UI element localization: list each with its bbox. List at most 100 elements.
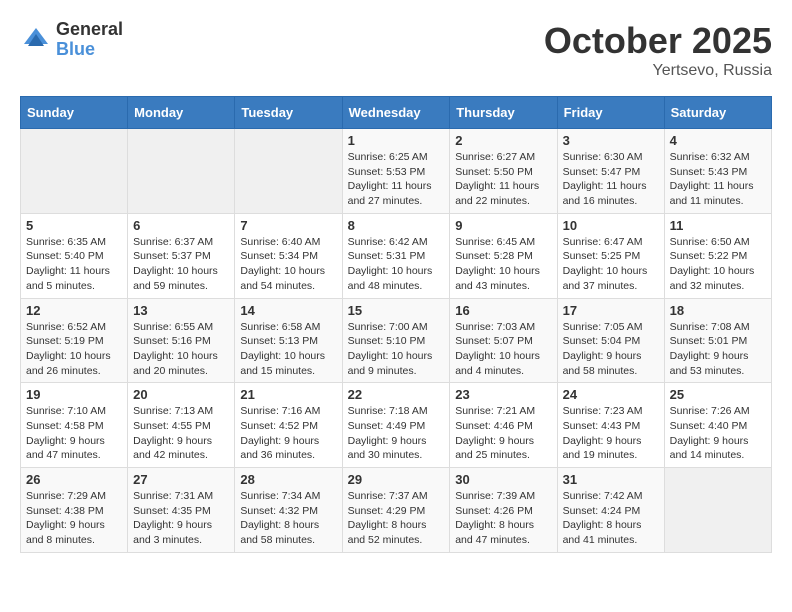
- location: Yertsevo, Russia: [544, 62, 772, 80]
- day-number: 7: [240, 218, 336, 233]
- day-cell: 20Sunrise: 7:13 AM Sunset: 4:55 PM Dayli…: [128, 383, 235, 468]
- day-info: Sunrise: 6:45 AM Sunset: 5:28 PM Dayligh…: [455, 235, 551, 294]
- day-cell: 9 Sunrise: 6:45 AM Sunset: 5:28 PM Daylig…: [450, 213, 557, 298]
- day-info: Sunrise: 6:35 AM Sunset: 5:40 PM Dayligh…: [26, 235, 122, 294]
- day-number: 4: [670, 133, 766, 148]
- day-cell: 16 Sunrise: 7:03 AM Sunset: 5:07 PM Dayli…: [450, 298, 557, 383]
- day-info: Sunrise: 6:32 AM Sunset: 5:43 PM Dayligh…: [670, 150, 766, 209]
- day-number: 14: [240, 303, 336, 318]
- day-info: Sunrise: 7:37 AM Sunset: 4:29 PM Dayligh…: [348, 489, 445, 548]
- day-number: 30: [455, 472, 551, 487]
- day-cell: 10 Sunrise: 6:47 AM Sunset: 5:25 PM Dayli…: [557, 213, 664, 298]
- day-cell: 6 Sunrise: 6:37 AM Sunset: 5:37 PM Daylig…: [128, 213, 235, 298]
- day-info: Sunrise: 7:39 AM Sunset: 4:26 PM Dayligh…: [455, 489, 551, 548]
- day-number: 3: [563, 133, 659, 148]
- day-info: Sunrise: 7:08 AM Sunset: 5:01 PM Dayligh…: [670, 320, 766, 379]
- day-cell: 15 Sunrise: 7:00 AM Sunset: 5:10 PM Dayli…: [342, 298, 450, 383]
- day-number: 13: [133, 303, 229, 318]
- day-number: 11: [670, 218, 766, 233]
- day-number: 23: [455, 387, 551, 402]
- weekday-header-row: SundayMondayTuesdayWednesdayThursdayFrid…: [21, 97, 772, 129]
- day-cell: 5 Sunrise: 6:35 AM Sunset: 5:40 PM Daylig…: [21, 213, 128, 298]
- day-number: 24: [563, 387, 659, 402]
- day-info: Sunrise: 6:47 AM Sunset: 5:25 PM Dayligh…: [563, 235, 659, 294]
- day-cell: 11 Sunrise: 6:50 AM Sunset: 5:22 PM Dayli…: [664, 213, 771, 298]
- day-info: Sunrise: 7:05 AM Sunset: 5:04 PM Dayligh…: [563, 320, 659, 379]
- day-number: 18: [670, 303, 766, 318]
- day-number: 9: [455, 218, 551, 233]
- weekday-friday: Friday: [557, 97, 664, 129]
- logo: General Blue: [20, 20, 123, 60]
- day-info: Sunrise: 7:31 AM Sunset: 4:35 PM Dayligh…: [133, 489, 229, 548]
- day-number: 12: [26, 303, 122, 318]
- day-info: Sunrise: 7:16 AM Sunset: 4:52 PM Dayligh…: [240, 404, 336, 463]
- day-cell: 28Sunrise: 7:34 AM Sunset: 4:32 PM Dayli…: [235, 468, 342, 553]
- page-header: General Blue October 2025 Yertsevo, Russ…: [20, 20, 772, 80]
- day-cell: 19 Sunrise: 7:10 AM Sunset: 4:58 PM Dayli…: [21, 383, 128, 468]
- day-cell: [664, 468, 771, 553]
- calendar: SundayMondayTuesdayWednesdayThursdayFrid…: [20, 96, 772, 553]
- day-number: 31: [563, 472, 659, 487]
- day-cell: 1 Sunrise: 6:25 AM Sunset: 5:53 PM Daylig…: [342, 129, 450, 214]
- day-cell: 2 Sunrise: 6:27 AM Sunset: 5:50 PM Daylig…: [450, 129, 557, 214]
- day-cell: 27 Sunrise: 7:31 AM Sunset: 4:35 PM Dayli…: [128, 468, 235, 553]
- day-info: Sunrise: 6:50 AM Sunset: 5:22 PM Dayligh…: [670, 235, 766, 294]
- day-number: 5: [26, 218, 122, 233]
- day-cell: 25Sunrise: 7:26 AM Sunset: 4:40 PM Dayli…: [664, 383, 771, 468]
- weekday-wednesday: Wednesday: [342, 97, 450, 129]
- weekday-tuesday: Tuesday: [235, 97, 342, 129]
- day-number: 10: [563, 218, 659, 233]
- week-row-1: 1 Sunrise: 6:25 AM Sunset: 5:53 PM Daylig…: [21, 129, 772, 214]
- day-number: 21: [240, 387, 336, 402]
- day-cell: 14 Sunrise: 6:58 AM Sunset: 5:13 PM Dayli…: [235, 298, 342, 383]
- day-cell: 17 Sunrise: 7:05 AM Sunset: 5:04 PM Dayli…: [557, 298, 664, 383]
- logo-text: General Blue: [56, 20, 123, 60]
- day-info: Sunrise: 6:27 AM Sunset: 5:50 PM Dayligh…: [455, 150, 551, 209]
- weekday-monday: Monday: [128, 97, 235, 129]
- day-number: 1: [348, 133, 445, 148]
- day-cell: 30 Sunrise: 7:39 AM Sunset: 4:26 PM Dayli…: [450, 468, 557, 553]
- day-number: 6: [133, 218, 229, 233]
- day-number: 25: [670, 387, 766, 402]
- week-row-5: 26Sunrise: 7:29 AM Sunset: 4:38 PM Dayli…: [21, 468, 772, 553]
- day-cell: 22Sunrise: 7:18 AM Sunset: 4:49 PM Dayli…: [342, 383, 450, 468]
- day-cell: 23 Sunrise: 7:21 AM Sunset: 4:46 PM Dayli…: [450, 383, 557, 468]
- day-cell: 13 Sunrise: 6:55 AM Sunset: 5:16 PM Dayli…: [128, 298, 235, 383]
- month-title: October 2025: [544, 20, 772, 62]
- day-cell: 21 Sunrise: 7:16 AM Sunset: 4:52 PM Dayli…: [235, 383, 342, 468]
- day-number: 27: [133, 472, 229, 487]
- day-number: 16: [455, 303, 551, 318]
- logo-blue: Blue: [56, 40, 123, 60]
- day-cell: 26Sunrise: 7:29 AM Sunset: 4:38 PM Dayli…: [21, 468, 128, 553]
- day-info: Sunrise: 7:21 AM Sunset: 4:46 PM Dayligh…: [455, 404, 551, 463]
- day-cell: [235, 129, 342, 214]
- day-info: Sunrise: 7:10 AM Sunset: 4:58 PM Dayligh…: [26, 404, 122, 463]
- weekday-thursday: Thursday: [450, 97, 557, 129]
- day-number: 2: [455, 133, 551, 148]
- day-cell: [128, 129, 235, 214]
- day-info: Sunrise: 6:58 AM Sunset: 5:13 PM Dayligh…: [240, 320, 336, 379]
- day-info: Sunrise: 7:00 AM Sunset: 5:10 PM Dayligh…: [348, 320, 445, 379]
- day-number: 17: [563, 303, 659, 318]
- day-info: Sunrise: 6:25 AM Sunset: 5:53 PM Dayligh…: [348, 150, 445, 209]
- day-info: Sunrise: 6:55 AM Sunset: 5:16 PM Dayligh…: [133, 320, 229, 379]
- day-number: 8: [348, 218, 445, 233]
- day-cell: 4 Sunrise: 6:32 AM Sunset: 5:43 PM Daylig…: [664, 129, 771, 214]
- day-info: Sunrise: 7:03 AM Sunset: 5:07 PM Dayligh…: [455, 320, 551, 379]
- day-number: 19: [26, 387, 122, 402]
- day-number: 29: [348, 472, 445, 487]
- week-row-3: 12Sunrise: 6:52 AM Sunset: 5:19 PM Dayli…: [21, 298, 772, 383]
- day-info: Sunrise: 7:42 AM Sunset: 4:24 PM Dayligh…: [563, 489, 659, 548]
- day-cell: 31 Sunrise: 7:42 AM Sunset: 4:24 PM Dayli…: [557, 468, 664, 553]
- day-cell: [21, 129, 128, 214]
- week-row-4: 19 Sunrise: 7:10 AM Sunset: 4:58 PM Dayli…: [21, 383, 772, 468]
- logo-general: General: [56, 20, 123, 40]
- logo-icon: [20, 24, 52, 56]
- day-number: 26: [26, 472, 122, 487]
- day-number: 22: [348, 387, 445, 402]
- day-number: 15: [348, 303, 445, 318]
- day-info: Sunrise: 6:30 AM Sunset: 5:47 PM Dayligh…: [563, 150, 659, 209]
- day-info: Sunrise: 6:37 AM Sunset: 5:37 PM Dayligh…: [133, 235, 229, 294]
- day-cell: 12Sunrise: 6:52 AM Sunset: 5:19 PM Dayli…: [21, 298, 128, 383]
- day-number: 20: [133, 387, 229, 402]
